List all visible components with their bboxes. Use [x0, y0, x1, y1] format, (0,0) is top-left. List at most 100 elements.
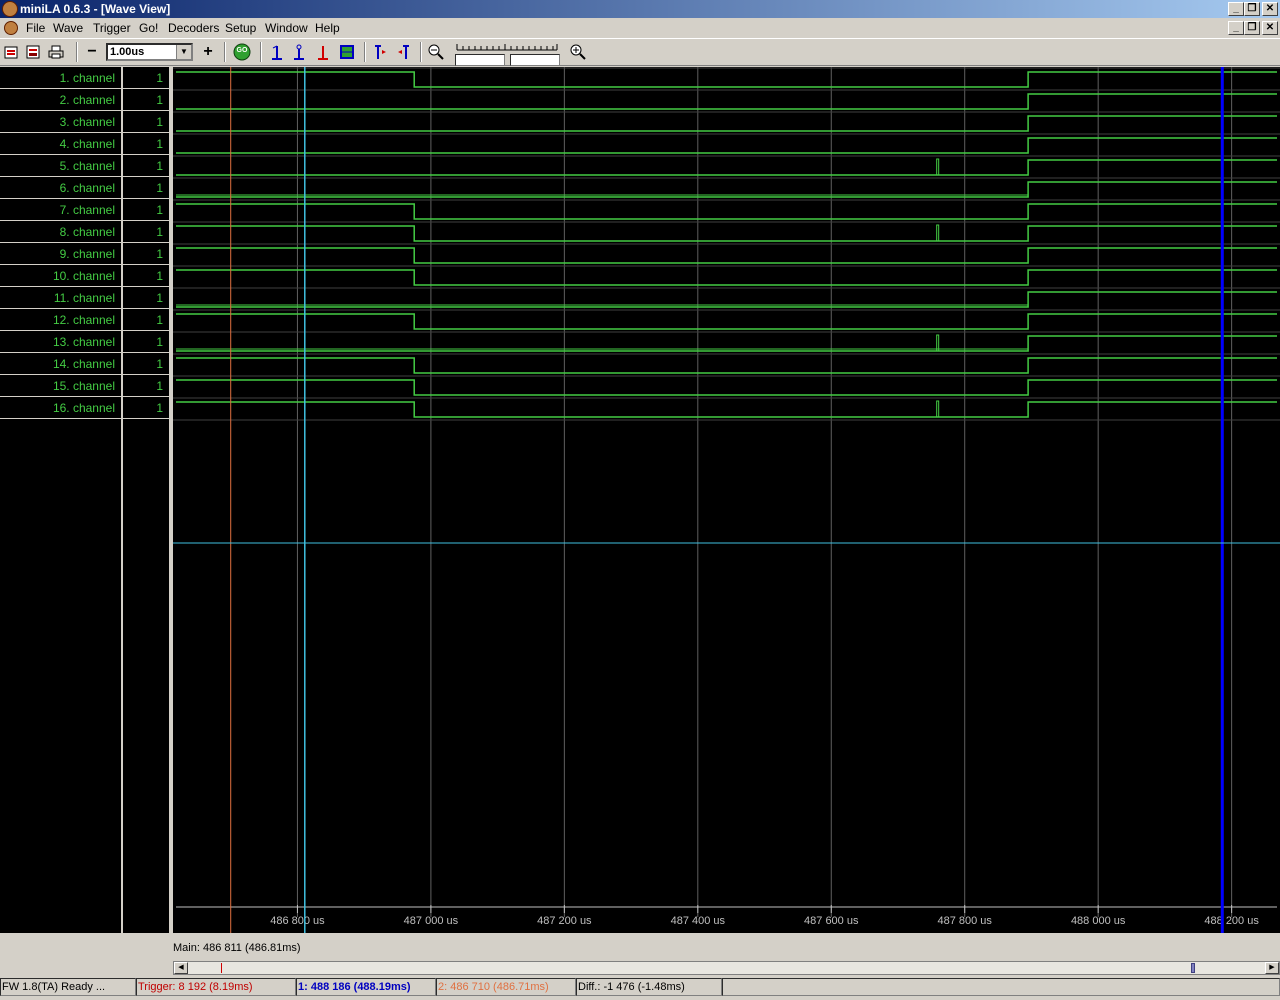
status-cursor-2: 2: 486 710 (486.71ms) — [436, 978, 576, 996]
zoom-slider-scale[interactable] — [455, 42, 560, 54]
trigger-cursor-icon[interactable] — [314, 43, 332, 61]
channel-1-waveform — [176, 71, 1277, 88]
scroll-thumb[interactable] — [1190, 963, 1195, 973]
time-tick-label: 487 400 us — [671, 915, 726, 927]
channel-value: 1 — [123, 376, 169, 397]
channel-name[interactable]: 2. channel — [0, 90, 121, 111]
go-button[interactable]: GO — [233, 43, 251, 61]
menu-bar: File Wave Trigger Go! Decoders Setup Win… — [0, 18, 1280, 38]
channel-value: 1 — [123, 156, 169, 177]
restore-button[interactable]: ❐ — [1244, 2, 1260, 16]
channel-10-waveform — [176, 269, 1277, 286]
toolbar-separator — [420, 42, 422, 62]
scroll-left-icon[interactable]: ◀ — [174, 962, 188, 974]
channel-12-waveform — [176, 313, 1277, 330]
channel-value: 1 — [123, 288, 169, 309]
channel-14-waveform — [176, 357, 1277, 374]
zoom-out-icon[interactable] — [427, 43, 445, 61]
menu-go[interactable]: Go! — [139, 21, 158, 35]
doc-close-button[interactable]: ✕ — [1262, 21, 1278, 35]
channel-name[interactable]: 16. channel — [0, 398, 121, 419]
channel-name[interactable]: 1. channel — [0, 68, 121, 89]
channel-value: 1 — [123, 200, 169, 221]
time-tick-label: 487 600 us — [804, 915, 859, 927]
time-tick-label: 487 200 us — [537, 915, 592, 927]
open-file-icon[interactable] — [2, 43, 20, 61]
menu-window[interactable]: Window — [265, 21, 308, 35]
time-tick-label: 488 000 us — [1071, 915, 1126, 927]
channel-name[interactable]: 10. channel — [0, 266, 121, 287]
time-tick-label: 488 200 us — [1204, 915, 1259, 927]
close-button[interactable]: ✕ — [1262, 2, 1278, 16]
minimize-button[interactable]: _ — [1228, 2, 1244, 16]
doc-minimize-button[interactable]: _ — [1228, 21, 1244, 35]
status-cursor-1: 1: 488 186 (488.19ms) — [296, 978, 436, 996]
channel-name[interactable]: 8. channel — [0, 222, 121, 243]
zoom-increase-button[interactable]: + — [199, 43, 217, 61]
channel-name[interactable]: 9. channel — [0, 244, 121, 265]
channel-name[interactable]: 14. channel — [0, 354, 121, 375]
window-title: miniLA 0.6.3 - [Wave View] — [20, 2, 171, 16]
status-diff: Diff.: -1 476 (-1.48ms) — [576, 978, 722, 996]
channel-value: 1 — [123, 90, 169, 111]
menu-file[interactable]: File — [26, 21, 45, 35]
channel-15-waveform — [176, 379, 1277, 396]
main-position-label: Main: 486 811 (486.81ms) — [173, 942, 301, 954]
cursor-1-icon[interactable] — [268, 43, 286, 61]
zoom-select[interactable]: 1.00us ▼ — [106, 43, 193, 61]
channel-name[interactable]: 3. channel — [0, 112, 121, 133]
waveform-canvas[interactable]: 486 800 us 487 000 us 487 200 us 487 400 us… — [173, 67, 1280, 933]
channel-name[interactable]: 6. channel — [0, 178, 121, 199]
scroll-trigger-marker — [221, 963, 223, 973]
channel-name[interactable]: 15. channel — [0, 376, 121, 397]
channel-value: 1 — [123, 266, 169, 287]
zoom-decrease-button[interactable]: − — [83, 43, 101, 61]
menu-setup[interactable]: Setup — [225, 21, 256, 35]
chevron-down-icon[interactable]: ▼ — [176, 45, 191, 59]
channel-value: 1 — [123, 112, 169, 133]
channel-8-waveform — [176, 225, 1277, 242]
menu-help[interactable]: Help — [315, 21, 340, 35]
time-tick-label: 486 800 us — [270, 915, 325, 927]
channel-16-waveform — [176, 401, 1277, 418]
zoom-in-icon[interactable] — [569, 43, 587, 61]
save-file-icon[interactable] — [24, 43, 42, 61]
status-firmware: FW 1.8(TA) Ready ... — [0, 978, 136, 996]
channel-values-panel: 1111111111111111 — [123, 67, 169, 933]
print-icon[interactable] — [47, 43, 65, 61]
toolbar-separator — [364, 42, 366, 62]
zoom-slider-left[interactable] — [455, 54, 505, 66]
channel-name[interactable]: 11. channel — [0, 288, 121, 309]
waveform-area[interactable]: 486 800 us 487 000 us 487 200 us 487 400 us… — [173, 67, 1280, 933]
doc-restore-button[interactable]: ❐ — [1244, 21, 1260, 35]
go-to-last-icon[interactable] — [394, 43, 412, 61]
channel-value: 1 — [123, 398, 169, 419]
channel-3-waveform — [176, 115, 1277, 132]
app-icon[interactable] — [2, 1, 18, 17]
channel-5-glitch — [936, 158, 940, 175]
channel-value: 1 — [123, 178, 169, 199]
channel-name[interactable]: 7. channel — [0, 200, 121, 221]
channel-name[interactable]: 13. channel — [0, 332, 121, 353]
channel-value: 1 — [123, 354, 169, 375]
channel-value: 1 — [123, 68, 169, 89]
channel-16-glitch — [936, 400, 940, 417]
menu-decoders[interactable]: Decoders — [168, 21, 219, 35]
horizontal-scrollbar[interactable]: ◀ ▶ — [173, 961, 1280, 975]
channel-names-panel: 1. channel 2. channel 3. channel 4. channel… — [0, 67, 121, 933]
document-icon[interactable] — [4, 21, 18, 35]
fit-icon[interactable] — [338, 43, 356, 61]
toolbar-separator — [224, 42, 226, 62]
scroll-right-icon[interactable]: ▶ — [1265, 962, 1279, 974]
zoom-slider-right[interactable] — [510, 54, 560, 66]
cursor-2-icon[interactable] — [290, 43, 308, 61]
toolbar-separator — [76, 42, 78, 62]
go-to-first-icon[interactable] — [372, 43, 390, 61]
menu-wave[interactable]: Wave — [53, 21, 83, 35]
channel-name[interactable]: 12. channel — [0, 310, 121, 331]
channel-name[interactable]: 5. channel — [0, 156, 121, 177]
channel-name[interactable]: 4. channel — [0, 134, 121, 155]
channel-2-waveform — [176, 93, 1277, 110]
menu-trigger[interactable]: Trigger — [93, 21, 131, 35]
toolbar-separator — [260, 42, 262, 62]
